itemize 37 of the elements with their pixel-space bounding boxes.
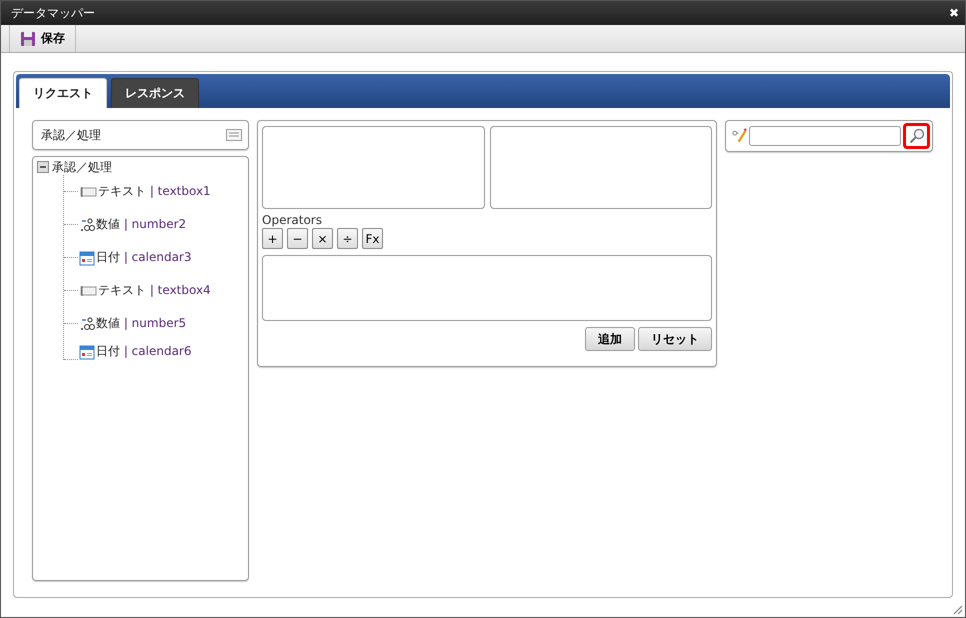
operator-button[interactable]: ÷ xyxy=(337,228,358,249)
tab[interactable]: リクエスト xyxy=(19,78,107,108)
text-field-icon xyxy=(79,284,97,296)
window-title: データマッパー xyxy=(11,4,95,22)
tree-node[interactable]: 数値 | number5 xyxy=(96,315,186,332)
tree-node[interactable]: テキスト | textbox4 xyxy=(98,282,211,299)
form-title: 承認／処理 xyxy=(41,126,101,144)
form-icon xyxy=(226,129,242,141)
search-icon xyxy=(908,128,925,144)
operator-button[interactable]: + xyxy=(262,228,283,249)
calendar-icon xyxy=(79,344,95,360)
tree-node[interactable]: 日付 | calendar3 xyxy=(96,249,192,266)
calendar-icon xyxy=(79,250,95,266)
tab[interactable]: レスポンス xyxy=(111,78,199,108)
tree-node[interactable]: 承認／処理 xyxy=(52,158,112,176)
tree-node[interactable]: テキスト | textbox1 xyxy=(98,183,211,200)
expression-field[interactable] xyxy=(262,255,712,321)
operator-button[interactable]: × xyxy=(312,228,333,249)
tree-node[interactable]: 数値 | number2 xyxy=(96,216,186,233)
action-button[interactable]: 追加 xyxy=(585,327,635,351)
decimal-icon xyxy=(79,316,95,330)
operator-button[interactable]: − xyxy=(287,228,308,249)
close-button[interactable]: ✖ xyxy=(949,6,959,20)
action-button[interactable]: リセット xyxy=(638,327,712,351)
source-area[interactable] xyxy=(262,126,484,209)
resize-grip-icon[interactable] xyxy=(951,603,963,615)
search-field[interactable] xyxy=(749,126,902,146)
operator-button[interactable]: Fx xyxy=(362,228,383,249)
search-button[interactable] xyxy=(903,123,930,149)
text-field-icon xyxy=(79,186,97,198)
key-pencil-icon xyxy=(732,128,748,144)
collapse-toggle[interactable] xyxy=(37,161,49,173)
tree-node[interactable]: 日付 | calendar6 xyxy=(96,343,192,360)
operators-label: Operators xyxy=(262,213,323,227)
save-button[interactable]: 保存 xyxy=(9,25,76,52)
decimal-icon xyxy=(79,218,95,232)
target-area[interactable] xyxy=(490,126,712,209)
